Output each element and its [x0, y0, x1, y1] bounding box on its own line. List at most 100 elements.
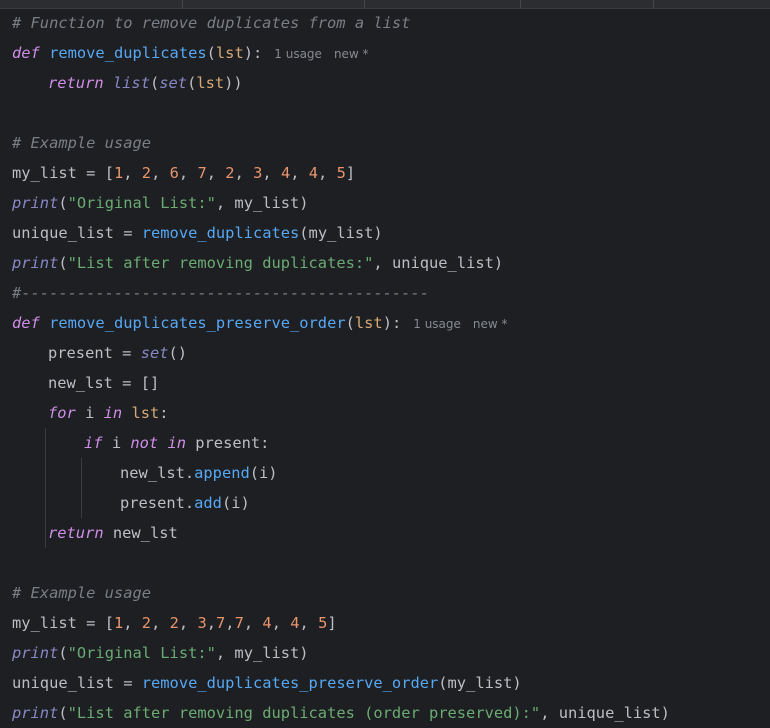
punct: (): [168, 344, 188, 362]
usage-hint[interactable]: 1 usage: [413, 317, 461, 331]
operator: =: [76, 614, 105, 632]
builtin: set: [159, 74, 188, 92]
builtin: print: [12, 644, 59, 662]
code-area[interactable]: # Function to remove duplicates from a l…: [12, 8, 770, 728]
author-hint[interactable]: new *: [334, 47, 369, 61]
code-line[interactable]: def remove_duplicates(lst): 1 usage new *: [12, 38, 770, 68]
variable: my_list: [12, 614, 77, 632]
code-text: , my_list): [215, 194, 309, 212]
punct: (: [58, 194, 68, 212]
code-line[interactable]: #---------------------------------------…: [12, 278, 770, 308]
variable: i: [102, 434, 131, 452]
code-line[interactable]: print("List after removing duplicates:",…: [12, 248, 770, 278]
code-text: (my_list): [299, 224, 383, 242]
comment: # Example usage: [12, 134, 151, 152]
keyword: not: [130, 434, 159, 452]
code-line[interactable]: my_list = [1, 2, 2, 3,7,7, 4, 4, 5]: [12, 608, 770, 638]
number: 5: [336, 164, 346, 182]
code-text: present:: [186, 434, 270, 452]
variable: new_lst: [48, 374, 113, 392]
code-line-empty[interactable]: [12, 98, 770, 128]
punct: )): [224, 74, 243, 92]
code-line[interactable]: my_list = [1, 2, 6, 7, 2, 3, 4, 4, 5]: [12, 158, 770, 188]
punct: ):: [382, 314, 402, 332]
code-line[interactable]: if i not in present:: [12, 428, 770, 458]
code-line[interactable]: new_lst.append(i): [12, 458, 770, 488]
number: 3: [253, 164, 263, 182]
punct: ,: [178, 164, 198, 182]
punct: :: [159, 404, 169, 422]
parameter: lst: [354, 314, 383, 332]
punct: ):: [243, 44, 263, 62]
tab-separator: [653, 0, 654, 8]
string: "Original List:": [67, 644, 216, 662]
punct: []: [140, 374, 160, 392]
punct: ,: [225, 614, 235, 632]
code-text: , unique_list): [540, 704, 670, 722]
code-line[interactable]: new_lst = []: [12, 368, 770, 398]
method-call: add: [194, 494, 222, 512]
keyword: in: [103, 404, 123, 422]
code-line-empty[interactable]: [12, 548, 770, 578]
number: 7: [216, 614, 226, 632]
function-call: remove_duplicates_preserve_order: [141, 674, 439, 692]
keyword: in: [167, 434, 186, 452]
code-line[interactable]: present = set(): [12, 338, 770, 368]
parameter: lst: [196, 74, 225, 92]
punct: (: [149, 74, 160, 92]
code-line[interactable]: return new_lst: [12, 518, 770, 548]
keyword: return: [48, 524, 104, 542]
code-line[interactable]: def remove_duplicates_preserve_order(lst…: [12, 308, 770, 338]
code-editor[interactable]: # Function to remove duplicates from a l…: [0, 0, 770, 727]
number: 2: [141, 614, 152, 632]
variable: i: [75, 404, 104, 422]
code-line[interactable]: # Example usage: [12, 578, 770, 608]
variable: unique_list: [12, 224, 114, 242]
code-text: , my_list): [215, 644, 309, 662]
code-line[interactable]: return list(set(lst)): [12, 68, 770, 98]
tab-separator: [520, 0, 521, 8]
number: 1: [113, 614, 124, 632]
punct: ,: [123, 164, 142, 182]
number: 4: [280, 164, 291, 182]
method-call: append: [194, 464, 250, 482]
code-line[interactable]: for i in lst:: [12, 398, 770, 428]
punct: ,: [151, 614, 170, 632]
punct: [: [104, 164, 114, 182]
code-line[interactable]: present.add(i): [12, 488, 770, 518]
number: 7: [234, 614, 244, 632]
code-line[interactable]: # Example usage: [12, 128, 770, 158]
code-text: (my_list): [438, 674, 522, 692]
code-line[interactable]: print("Original List:", my_list): [12, 638, 770, 668]
code-line[interactable]: unique_list = remove_duplicates_preserve…: [12, 668, 770, 698]
punct: (: [58, 704, 68, 722]
code-line[interactable]: print("Original List:", my_list): [12, 188, 770, 218]
variable: present: [48, 344, 113, 362]
keyword: for: [48, 404, 76, 422]
number: 1: [113, 164, 124, 182]
number: 6: [169, 164, 179, 182]
number: 3: [197, 614, 207, 632]
code-line[interactable]: unique_list = remove_duplicates(my_list): [12, 218, 770, 248]
keyword: def: [12, 314, 40, 332]
variable: unique_list: [12, 674, 114, 692]
keyword: if: [84, 434, 103, 452]
punct: ,: [262, 164, 281, 182]
code-text: (i): [249, 464, 278, 482]
punct: ,: [206, 614, 217, 632]
punct: (: [187, 74, 197, 92]
author-hint[interactable]: new *: [473, 317, 508, 331]
variable: new_lst.: [120, 464, 195, 482]
code-line[interactable]: # Function to remove duplicates from a l…: [12, 8, 770, 38]
usage-hint[interactable]: 1 usage: [274, 47, 322, 61]
keyword: def: [12, 44, 40, 62]
punct: ,: [318, 164, 337, 182]
punct: ,: [178, 614, 198, 632]
punct: ,: [290, 164, 309, 182]
operator: =: [112, 344, 141, 362]
parameter: lst: [215, 44, 244, 62]
operator: =: [112, 374, 141, 392]
code-line[interactable]: print("List after removing duplicates (o…: [12, 698, 770, 728]
number: 5: [318, 614, 328, 632]
builtin: print: [12, 704, 59, 722]
